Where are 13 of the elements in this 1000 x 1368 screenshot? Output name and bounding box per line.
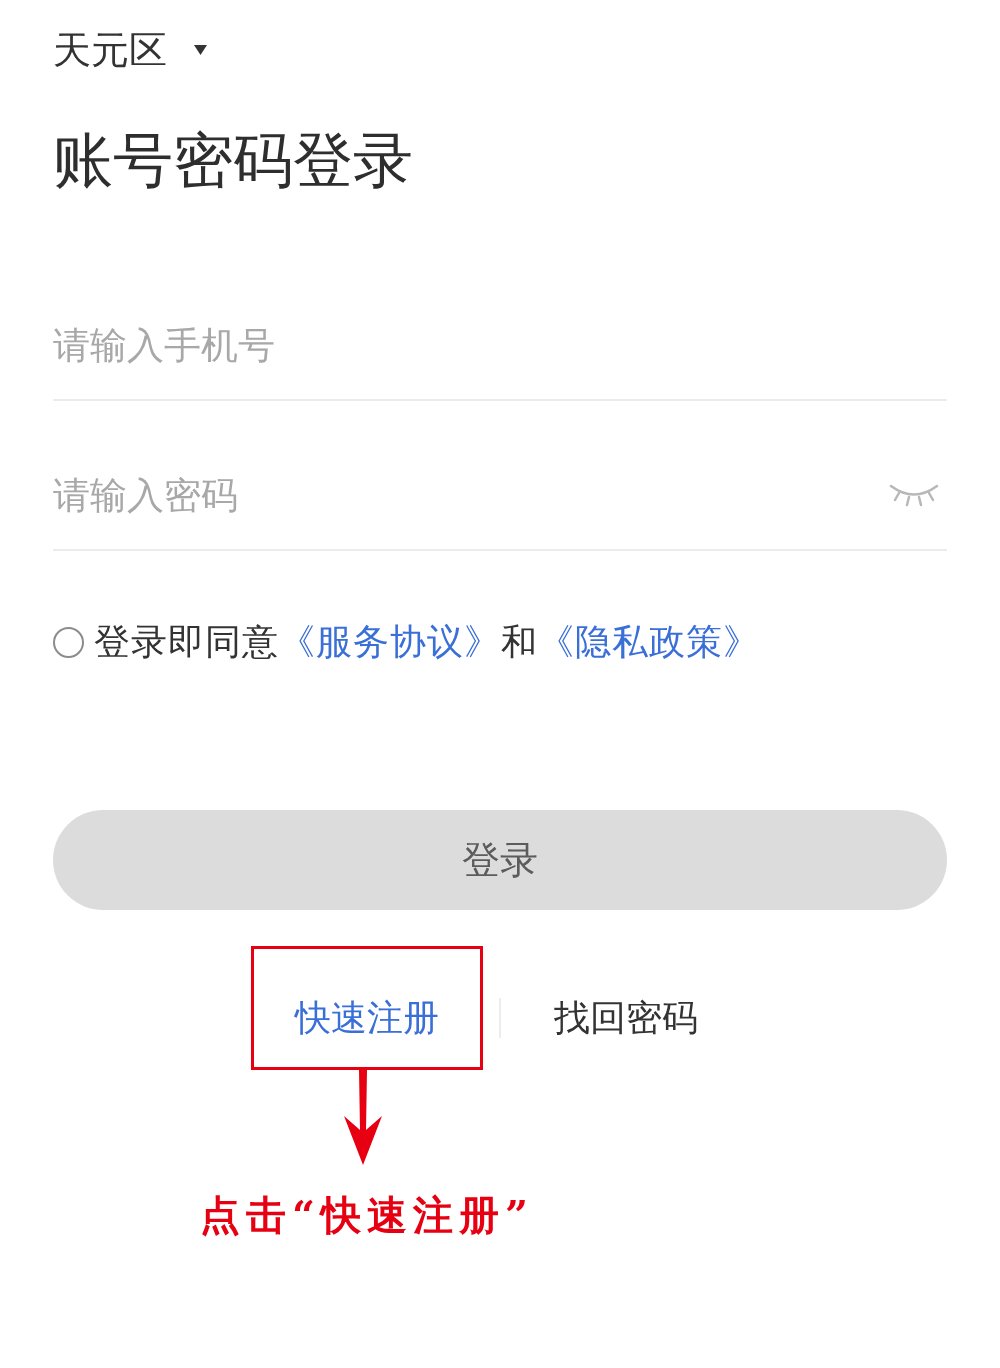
dropdown-caret-icon xyxy=(194,45,207,55)
page-title: 账号密码登录 xyxy=(53,124,413,196)
policy-link[interactable]: 《隐私政策》 xyxy=(538,621,760,662)
forgot-password-link[interactable]: 找回密码 xyxy=(554,996,698,1040)
phone-input[interactable]: 请输入手机号 xyxy=(53,315,947,375)
region-selector[interactable]: 天元区 xyxy=(53,26,207,74)
register-link[interactable]: 快速注册 xyxy=(295,996,439,1040)
annotation-text: 点击“快速注册” xyxy=(200,1191,534,1239)
password-input[interactable]: 请输入密码 xyxy=(53,465,889,525)
agreement-radio[interactable] xyxy=(53,626,84,658)
eye-closed-icon[interactable] xyxy=(889,483,939,507)
policy-link[interactable]: 《服务协议》 xyxy=(279,621,501,662)
agreement-text: 登录即同意《服务协议》和《隐私政策》 xyxy=(94,620,760,664)
